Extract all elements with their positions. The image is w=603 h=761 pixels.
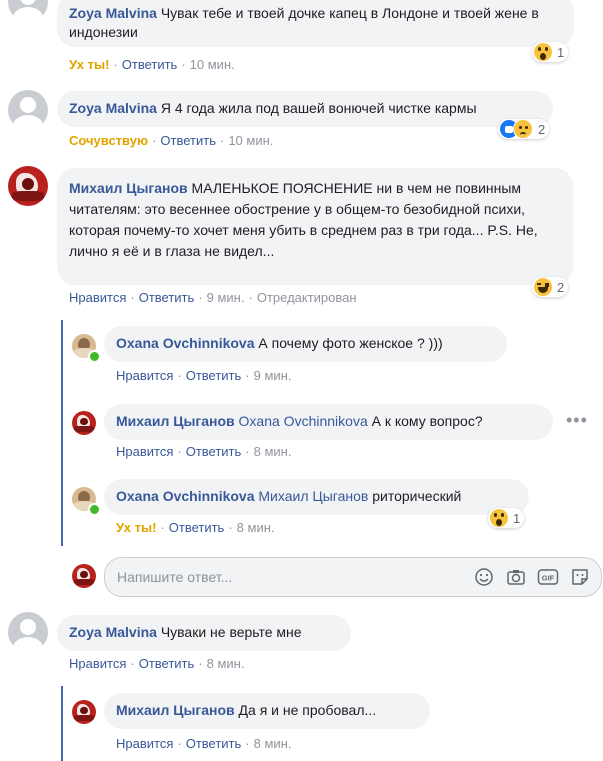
comment-actions: Ух ты! · Ответить · 10 мин. [69, 57, 235, 72]
comment-author[interactable]: Михаил Цыганов [116, 413, 235, 429]
edited-label[interactable]: Отредактирован [257, 290, 357, 305]
current-user-avatar [72, 564, 96, 588]
comment-author[interactable]: Oxana Ovchinnikova [116, 488, 255, 504]
online-status-icon [88, 503, 101, 516]
reply: Oxana Ovchinnikova А почему фото женское… [0, 322, 603, 388]
comment-author[interactable]: Zoya Malvina [69, 100, 157, 116]
comment-bubble: Михаил Цыганов МАЛЕНЬКОЕ ПОЯСНЕНИЕ ни в … [57, 168, 573, 285]
reply: Михаил Цыганов Oxana Ovchinnikova А к ко… [0, 399, 603, 465]
like-link[interactable]: Нравится [69, 290, 126, 305]
comment-actions: Нравится · Ответить · 9 мин. [116, 368, 292, 383]
reaction-link[interactable]: Ух ты! [69, 57, 109, 72]
comment-bubble: Zoya Malvina Чуваки не верьте мне [57, 615, 351, 651]
reaction-link[interactable]: Сочувствую [69, 133, 148, 148]
comment-author[interactable]: Михаил Цыганов [69, 180, 188, 196]
reaction-count: 2 [538, 121, 546, 137]
reply-link[interactable]: Ответить [139, 290, 195, 305]
avatar[interactable] [8, 166, 48, 206]
reaction-count: 1 [557, 44, 565, 60]
emoji-icon[interactable] [473, 566, 495, 588]
reply-bubble: Oxana Ovchinnikova А почему фото женское… [104, 326, 507, 362]
comment-author[interactable]: Oxana Ovchinnikova [116, 335, 255, 351]
timestamp[interactable]: 10 мин. [190, 57, 235, 72]
timestamp[interactable]: 8 мин. [254, 444, 292, 459]
comment-bubble: Zoya Malvina Я 4 года жила под вашей вон… [57, 91, 553, 127]
avatar[interactable] [72, 700, 96, 724]
like-link[interactable]: Нравится [116, 368, 173, 383]
reaction-badge[interactable]: 1 [488, 508, 525, 528]
like-link[interactable]: Нравится [116, 736, 173, 751]
reply-link[interactable]: Ответить [160, 133, 216, 148]
comment-author[interactable]: Михаил Цыганов [116, 702, 235, 718]
reply-bubble: Михаил Цыганов Oxana Ovchinnikova А к ко… [104, 404, 553, 440]
reaction-link[interactable]: Ух ты! [116, 520, 156, 535]
comment-actions: Сочувствую · Ответить · 10 мин. [69, 133, 274, 148]
comment-actions: Ух ты! · Ответить · 8 мин. [116, 520, 275, 535]
reply-link[interactable]: Ответить [186, 444, 242, 459]
reaction-count: 1 [513, 510, 521, 526]
mention-link[interactable]: Oxana Ovchinnikova [239, 413, 368, 429]
comment-author[interactable]: Zoya Malvina [69, 624, 157, 640]
comment-actions: Нравится · Ответить · 9 мин. · Отредактирован [69, 290, 357, 305]
comment-author[interactable]: Zoya Malvina [69, 5, 157, 21]
sad-reaction-icon [513, 119, 533, 139]
timestamp[interactable]: 8 мин. [237, 520, 275, 535]
gif-label: GIF [542, 574, 555, 583]
mention-link[interactable]: Михаил Цыганов [258, 488, 368, 504]
comment-text: Я 4 года жила под вашей вонючей чистке к… [160, 100, 477, 116]
comment-text: А к кому вопрос? [371, 413, 483, 429]
comment: Zoya Malvina Чуваки не верьте мне Нравит… [0, 605, 603, 675]
reply-bubble: Oxana Ovchinnikova Михаил Цыганов ритори… [104, 479, 529, 515]
avatar[interactable] [8, 612, 48, 652]
reaction-badge[interactable]: 2 [532, 277, 569, 297]
timestamp[interactable]: 9 мин. [207, 290, 245, 305]
avatar[interactable] [72, 411, 96, 435]
timestamp[interactable]: 10 мин. [228, 133, 273, 148]
comment-text: Чуваки не верьте мне [160, 624, 302, 640]
reaction-count: 2 [557, 279, 565, 295]
reply-link[interactable]: Ответить [122, 57, 178, 72]
comment-bubble: Zoya Malvina Чувак тебе и твоей дочке ка… [57, 0, 574, 47]
camera-icon[interactable] [505, 566, 527, 588]
gif-icon[interactable]: GIF [537, 566, 559, 588]
comment: Михаил Цыганов МАЛЕНЬКОЕ ПОЯСНЕНИЕ ни в … [0, 163, 603, 313]
comment-text: А почему фото женское ? ))) [258, 335, 443, 351]
wow-reaction-icon [490, 509, 508, 527]
timestamp[interactable]: 8 мин. [254, 736, 292, 751]
online-status-icon [88, 350, 101, 363]
reply-link[interactable]: Ответить [169, 520, 225, 535]
sticker-icon[interactable] [569, 566, 591, 588]
reaction-badge[interactable]: 2 [498, 119, 550, 139]
wow-reaction-icon [534, 43, 552, 61]
comment-text: Да я и не пробовал... [238, 702, 377, 718]
reply-input-box[interactable]: GIF [104, 557, 602, 597]
reply-link[interactable]: Ответить [186, 736, 242, 751]
reply: Михаил Цыганов Да я и не пробовал... Нра… [0, 688, 603, 761]
comment-actions: Нравится · Ответить · 8 мин. [116, 736, 292, 751]
timestamp[interactable]: 9 мин. [254, 368, 292, 383]
timestamp[interactable]: 8 мин. [207, 656, 245, 671]
comment-text: риторический [372, 488, 462, 504]
like-link[interactable]: Нравится [116, 444, 173, 459]
more-options-icon[interactable]: ••• [566, 411, 588, 429]
comment: Zoya Malvina Чувак тебе и твоей дочке ка… [0, 0, 603, 80]
haha-reaction-icon [534, 278, 552, 296]
comment-actions: Нравится · Ответить · 8 мин. [69, 656, 245, 671]
comment: Zoya Malvina Я 4 года жила под вашей вон… [0, 85, 603, 155]
reply-link[interactable]: Ответить [139, 656, 195, 671]
reaction-badge[interactable]: 1 [532, 42, 569, 62]
reply-bubble: Михаил Цыганов Да я и не пробовал... [104, 693, 430, 729]
avatar[interactable] [8, 90, 48, 130]
reply-link[interactable]: Ответить [186, 368, 242, 383]
comment-actions: Нравится · Ответить · 8 мин. [116, 444, 292, 459]
avatar[interactable] [8, 0, 48, 22]
reply-input[interactable] [105, 558, 473, 596]
like-link[interactable]: Нравится [69, 656, 126, 671]
reply: Oxana Ovchinnikova Михаил Цыганов ритори… [0, 474, 603, 540]
